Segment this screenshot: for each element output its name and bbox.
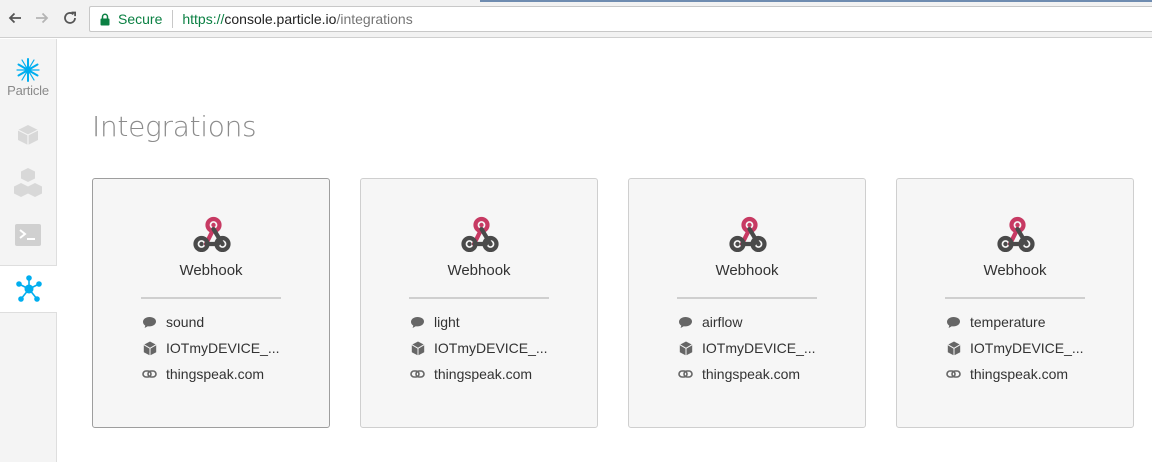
target-host: thingspeak.com <box>434 366 533 382</box>
target-row: thingspeak.com <box>410 365 532 383</box>
link-icon <box>946 367 961 382</box>
reload-button[interactable] <box>61 8 79 28</box>
webhook-icon <box>997 216 1035 252</box>
sidebar-item-integrations[interactable] <box>0 265 57 313</box>
integrations-hub-icon <box>15 275 42 302</box>
sidebar-item-console[interactable] <box>0 215 56 255</box>
url-scheme: https:// <box>182 11 225 27</box>
device-name: IOTmyDEVICE_... <box>166 340 280 356</box>
event-name: light <box>434 314 460 330</box>
webhook-icon <box>729 216 767 252</box>
target-host: thingspeak.com <box>702 366 801 382</box>
lock-icon <box>100 13 110 25</box>
event-row: temperature <box>946 313 1045 331</box>
target-host: thingspeak.com <box>166 366 265 382</box>
device-name: IOTmyDEVICE_... <box>970 340 1084 356</box>
webhook-icon <box>461 216 499 252</box>
device-cube-icon <box>17 125 39 145</box>
integration-card[interactable]: Webhook temperature IOTmyDEVICE_... thin… <box>896 178 1134 428</box>
card-divider <box>141 297 281 299</box>
reload-icon <box>64 11 76 24</box>
speech-bubble-icon <box>946 315 961 330</box>
device-row: IOTmyDEVICE_... <box>410 339 548 357</box>
speech-bubble-icon <box>142 315 157 330</box>
device-name: IOTmyDEVICE_... <box>702 340 816 356</box>
target-row: thingspeak.com <box>678 365 800 383</box>
event-name: airflow <box>702 314 743 330</box>
integration-type: Webhook <box>715 262 779 279</box>
secure-label: Secure <box>118 11 163 27</box>
url-path: /integrations <box>336 11 413 27</box>
device-name: IOTmyDEVICE_... <box>434 340 548 356</box>
integration-card[interactable]: Webhook sound IOTmyDEVICE_... thingspeak… <box>92 178 330 428</box>
products-cubes-icon <box>14 168 42 197</box>
page-title: Integrations <box>92 110 257 143</box>
speech-bubble-icon <box>678 315 693 330</box>
device-cube-small-icon <box>678 341 693 356</box>
target-host: thingspeak.com <box>970 366 1069 382</box>
card-divider <box>945 297 1085 299</box>
integration-card[interactable]: Webhook airflow IOTmyDEVICE_... thingspe… <box>628 178 866 428</box>
integration-card[interactable]: Webhook light IOTmyDEVICE_... thingspeak… <box>360 178 598 428</box>
address-bar[interactable]: Secure https://console.particle.io/integ… <box>89 6 1152 32</box>
event-row: light <box>410 313 460 331</box>
card-divider <box>409 297 549 299</box>
device-row: IOTmyDEVICE_... <box>142 339 280 357</box>
particle-logo[interactable]: Particle <box>0 57 56 98</box>
sidebar-item-products[interactable] <box>0 163 56 203</box>
forward-arrow-icon <box>36 12 49 24</box>
device-cube-small-icon <box>946 341 961 356</box>
device-row: IOTmyDEVICE_... <box>946 339 1084 357</box>
particle-star-icon <box>16 58 40 82</box>
event-name: sound <box>166 314 205 330</box>
card-divider <box>677 297 817 299</box>
forward-button[interactable] <box>33 8 51 28</box>
device-cube-small-icon <box>410 341 425 356</box>
console-terminal-icon <box>15 224 41 246</box>
back-button[interactable] <box>6 8 24 28</box>
back-arrow-icon <box>8 12 21 24</box>
event-row: airflow <box>678 313 742 331</box>
window-top-edge <box>480 0 1152 2</box>
logo-text: Particle <box>7 83 49 98</box>
target-row: thingspeak.com <box>142 365 264 383</box>
link-icon <box>678 367 693 382</box>
link-icon <box>142 367 157 382</box>
integration-type: Webhook <box>983 262 1047 279</box>
sidebar-item-devices[interactable] <box>0 115 56 155</box>
integration-type: Webhook <box>447 262 511 279</box>
address-separator <box>172 10 174 28</box>
integration-type: Webhook <box>179 262 243 279</box>
browser-toolbar: Secure https://console.particle.io/integ… <box>0 0 1152 38</box>
event-row: sound <box>142 313 204 331</box>
device-row: IOTmyDEVICE_... <box>678 339 816 357</box>
link-icon <box>410 367 425 382</box>
target-row: thingspeak.com <box>946 365 1068 383</box>
speech-bubble-icon <box>410 315 425 330</box>
url-host: console.particle.io <box>224 11 337 27</box>
event-name: temperature <box>970 314 1046 330</box>
webhook-icon <box>193 216 231 252</box>
sidebar: Particle <box>0 39 57 462</box>
device-cube-small-icon <box>142 341 157 356</box>
